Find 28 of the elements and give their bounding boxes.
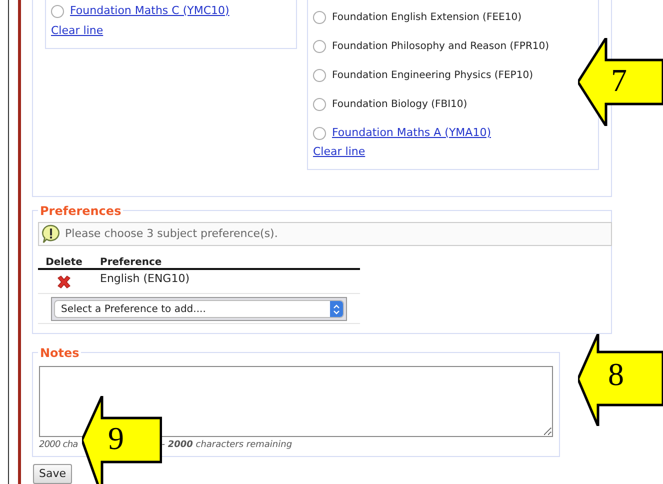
option-label: Foundation Engineering Physics (FEP10) — [332, 68, 533, 82]
radio-button[interactable] — [313, 40, 326, 52]
chevron-icon — [333, 304, 340, 314]
callout-arrow: 8 — [578, 334, 663, 426]
option-label: Foundation English Extension (FEE10) — [332, 10, 522, 24]
callout-arrow: 9 — [82, 396, 162, 484]
subject-link[interactable]: Foundation Maths A (YMA10) — [332, 124, 491, 142]
table-cell-text: English (ENG10) — [99, 271, 190, 287]
radio-button[interactable] — [313, 68, 326, 82]
clear-line-link[interactable]: Clear line — [51, 23, 104, 40]
notice-icon — [41, 224, 61, 244]
radio-button[interactable] — [313, 98, 326, 110]
character-counter: 2000 cha — [39, 439, 78, 452]
character-counter: - 2000 characters remaining — [162, 439, 292, 452]
option-label: Foundation Philosophy and Reason (FPR10) — [332, 40, 550, 54]
column-header: Preference — [99, 256, 162, 270]
radio-button[interactable] — [313, 10, 326, 24]
clear-line-link[interactable]: Clear line — [313, 144, 366, 160]
option-label: Foundation Biology (FBI10) — [332, 98, 468, 112]
preference-select[interactable]: Select a Preference to add.... — [51, 297, 347, 321]
radio-button[interactable] — [51, 4, 64, 18]
subject-link[interactable]: Foundation Maths C (YMC10) — [70, 2, 230, 20]
radio-button[interactable] — [313, 126, 326, 140]
delete-icon[interactable] — [56, 275, 72, 289]
save-button[interactable]: Save — [33, 464, 72, 484]
callout-arrow: 7 — [578, 38, 663, 126]
column-header: Delete — [44, 256, 84, 270]
notice-text: Please choose 3 subject preference(s). — [65, 226, 278, 242]
